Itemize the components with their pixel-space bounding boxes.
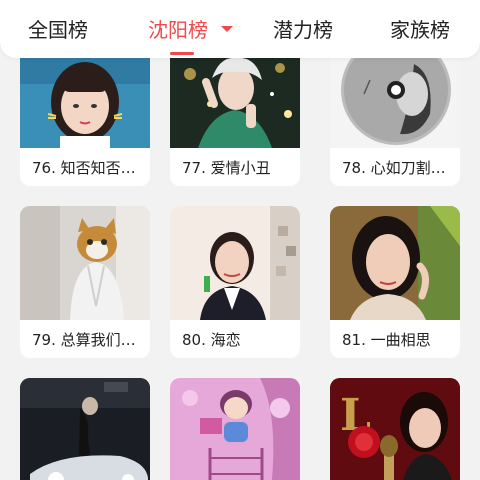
cover-image [170, 378, 300, 480]
cover-image: L [330, 378, 460, 480]
tab-national[interactable]: 全国榜 [28, 14, 88, 46]
cover-image [20, 44, 150, 148]
ranking-card[interactable]: L [330, 378, 460, 480]
ranking-card[interactable]: 76. 知否知否… [20, 44, 150, 186]
active-tab-indicator [170, 52, 194, 55]
cover-image [330, 206, 460, 320]
ranking-card[interactable]: 79. 总算我们… [20, 206, 150, 358]
ranking-card[interactable]: 78. 心如刀割… [330, 44, 460, 186]
ranking-card[interactable]: 77. 爱情小丑 [170, 44, 300, 186]
top-tab-bar: 全国榜 沈阳榜 潜力榜 家族榜 [0, 0, 480, 58]
cover-image [170, 44, 300, 148]
ranking-card[interactable]: 80. 海恋 [170, 206, 300, 358]
tab-family[interactable]: 家族榜 [390, 14, 450, 46]
ranking-card[interactable] [20, 378, 150, 480]
cover-image [20, 206, 150, 320]
tab-potential[interactable]: 潜力榜 [273, 14, 333, 46]
card-title: 76. 知否知否… [32, 159, 136, 177]
chevron-down-icon[interactable] [221, 26, 233, 32]
ranking-card[interactable]: 81. 一曲相思 [330, 206, 460, 358]
card-title: 81. 一曲相思 [342, 331, 431, 349]
card-title: 79. 总算我们… [32, 331, 136, 349]
cover-image [20, 378, 150, 480]
cover-image [330, 44, 460, 148]
cover-image [170, 206, 300, 320]
ranking-card[interactable] [170, 378, 300, 480]
card-title: 80. 海恋 [182, 331, 241, 349]
tab-shenyang[interactable]: 沈阳榜 [148, 14, 208, 46]
card-title: 78. 心如刀割… [342, 159, 446, 177]
card-title: 77. 爱情小丑 [182, 159, 271, 177]
